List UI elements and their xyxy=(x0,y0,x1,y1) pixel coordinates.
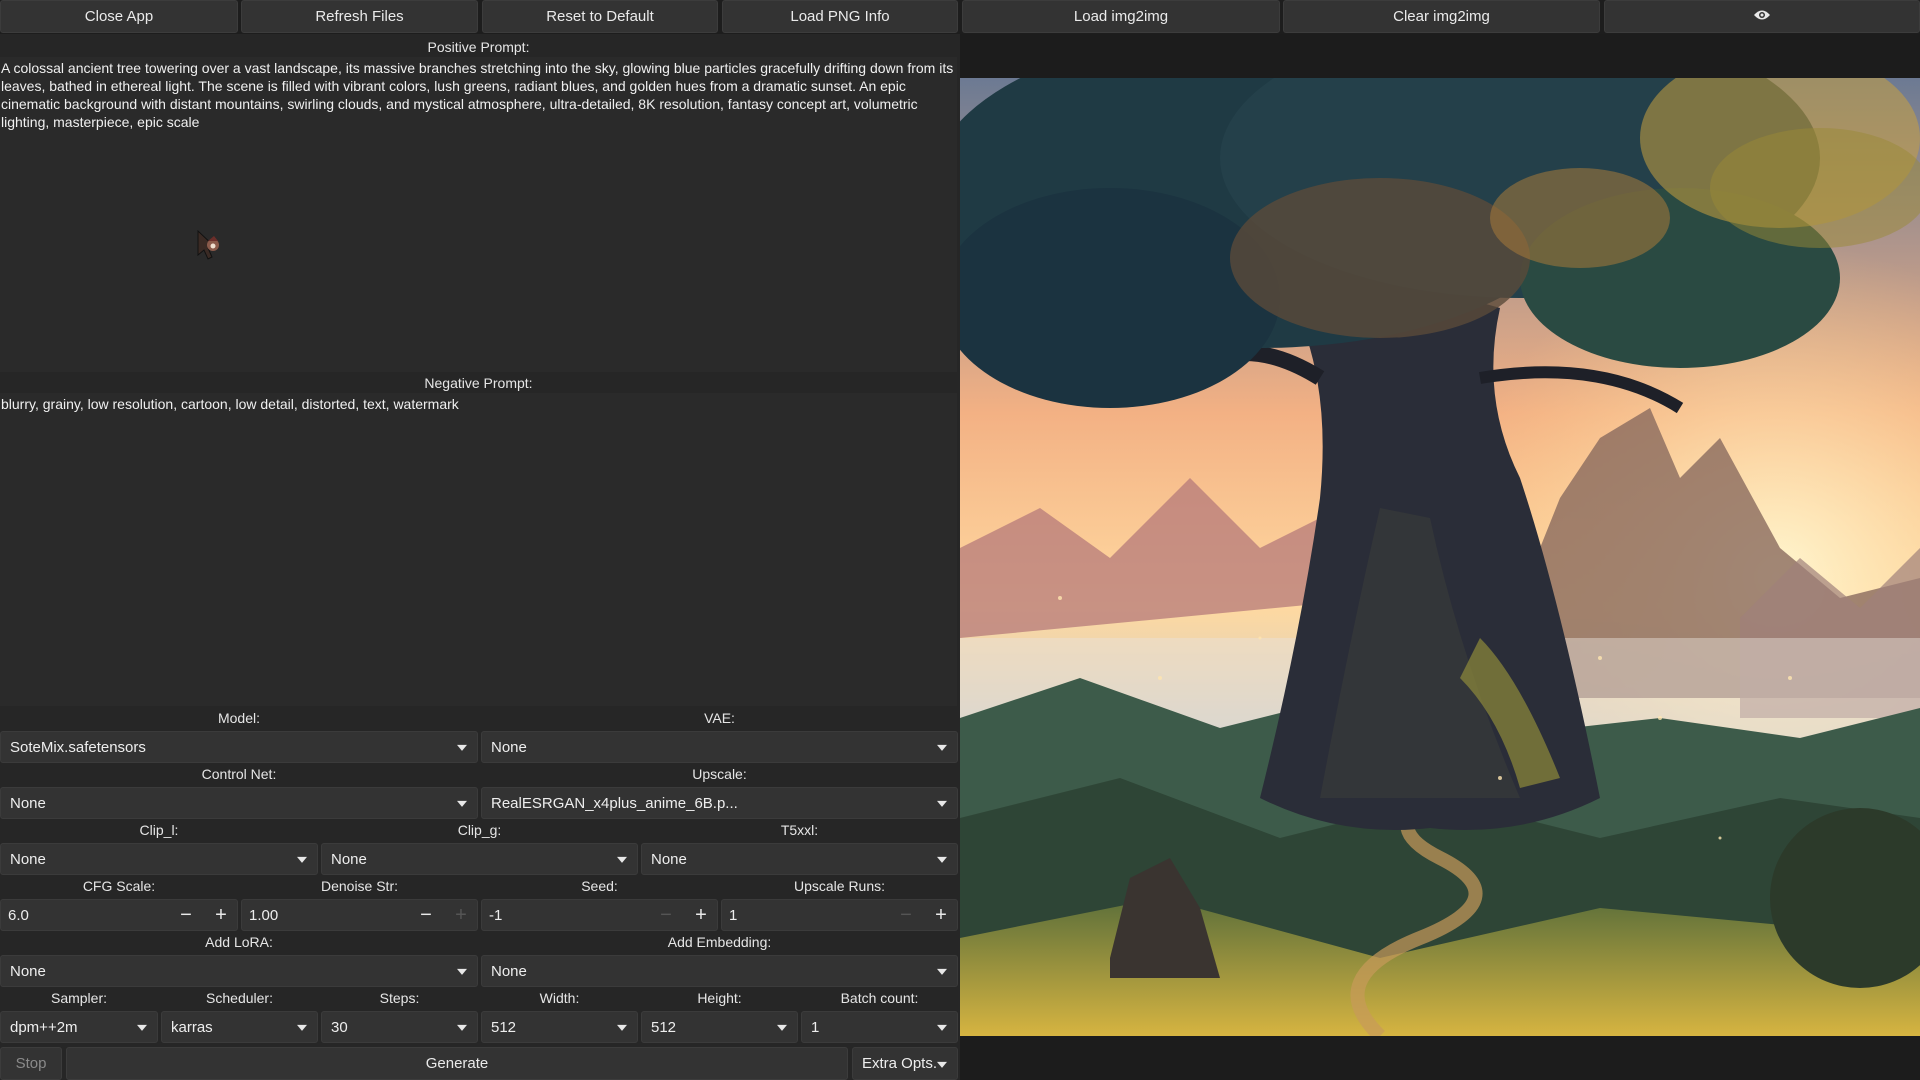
clip-l-value: None xyxy=(10,850,46,868)
upscale-value: RealESRGAN_x4plus_anime_6B.p... xyxy=(491,794,738,812)
seed-label: Seed: xyxy=(581,878,618,894)
upscale-label: Upscale: xyxy=(692,766,747,782)
plus-icon[interactable]: + xyxy=(684,900,718,930)
steps-value: 30 xyxy=(331,1018,348,1036)
cfg-scale-spinbox[interactable]: 6.0 − + xyxy=(0,899,238,931)
chevron-down-icon xyxy=(137,1024,147,1031)
chevron-down-icon xyxy=(937,968,947,975)
negative-prompt-input[interactable]: blurry, grainy, low resolution, cartoon,… xyxy=(0,393,957,706)
load-png-info-button[interactable]: Load PNG Info xyxy=(722,0,958,33)
chevron-down-icon xyxy=(457,1024,467,1031)
batch-count-value: 1 xyxy=(811,1018,820,1036)
controlnet-value: None xyxy=(10,794,46,812)
model-label: Model: xyxy=(217,710,261,726)
seed-value: -1 xyxy=(489,906,503,924)
lora-select[interactable]: None xyxy=(0,955,478,987)
height-label: Height: xyxy=(697,990,742,1006)
upscale-runs-label: Upscale Runs: xyxy=(793,878,886,894)
chevron-down-icon xyxy=(457,744,467,751)
reset-to-default-button[interactable]: Reset to Default xyxy=(482,0,718,33)
chevron-down-icon xyxy=(777,1024,787,1031)
lora-label: Add LoRA: xyxy=(205,934,273,950)
positive-prompt-input[interactable]: A colossal ancient tree towering over a … xyxy=(0,57,957,372)
negative-prompt-label: Negative Prompt: xyxy=(424,375,533,391)
cfg-scale-label: CFG Scale: xyxy=(82,878,156,894)
denoise-value: 1.00 xyxy=(249,906,279,924)
minus-icon[interactable]: − xyxy=(649,900,683,930)
scheduler-select[interactable]: karras xyxy=(161,1011,318,1043)
refresh-files-button[interactable]: Refresh Files xyxy=(241,0,478,33)
clear-img2img-button[interactable]: Clear img2img xyxy=(1283,0,1600,33)
stop-button[interactable]: Stop xyxy=(0,1047,62,1080)
plus-icon[interactable]: + xyxy=(444,900,478,930)
chevron-down-icon xyxy=(617,856,627,863)
t5xxl-value: None xyxy=(651,850,687,868)
preview-toggle-button[interactable] xyxy=(1604,0,1920,33)
sampler-value: dpm++2m xyxy=(10,1018,78,1036)
chevron-down-icon xyxy=(937,800,947,807)
controlnet-select[interactable]: None xyxy=(0,787,478,819)
clip-l-select[interactable]: None xyxy=(0,843,318,875)
steps-label: Steps: xyxy=(379,990,420,1006)
sampler-label: Sampler: xyxy=(50,990,108,1006)
clip-g-label: Clip_g: xyxy=(457,822,502,838)
chevron-down-icon xyxy=(937,856,947,863)
extra-opts-select[interactable]: Extra Opts. xyxy=(852,1047,958,1080)
batch-count-label: Batch count: xyxy=(840,990,919,1006)
chevron-down-icon xyxy=(297,856,307,863)
vae-value: None xyxy=(491,738,527,756)
chevron-down-icon xyxy=(617,1024,627,1031)
positive-prompt-label: Positive Prompt: xyxy=(427,39,530,55)
seed-spinbox[interactable]: -1 − + xyxy=(481,899,718,931)
clip-l-label: Clip_l: xyxy=(139,822,179,838)
chevron-down-icon xyxy=(937,744,947,751)
scheduler-value: karras xyxy=(171,1018,213,1036)
clip-g-select[interactable]: None xyxy=(321,843,638,875)
minus-icon[interactable]: − xyxy=(409,900,443,930)
minus-icon[interactable]: − xyxy=(889,900,923,930)
generate-button[interactable]: Generate xyxy=(66,1047,848,1080)
chevron-down-icon xyxy=(457,800,467,807)
upscale-select[interactable]: RealESRGAN_x4plus_anime_6B.p... xyxy=(481,787,958,819)
chevron-down-icon xyxy=(937,1024,947,1031)
vae-select[interactable]: None xyxy=(481,731,958,763)
model-select[interactable]: SoteMix.safetensors xyxy=(0,731,478,763)
close-app-button[interactable]: Close App xyxy=(0,0,238,33)
embedding-value: None xyxy=(491,962,527,980)
extra-opts-label: Extra Opts. xyxy=(862,1055,938,1072)
controlnet-label: Control Net: xyxy=(201,766,277,782)
chevron-down-icon xyxy=(457,968,467,975)
t5xxl-label: T5xxl: xyxy=(780,822,819,838)
sampler-select[interactable]: dpm++2m xyxy=(0,1011,158,1043)
plus-icon[interactable]: + xyxy=(924,900,958,930)
cfg-scale-value: 6.0 xyxy=(8,906,29,924)
cursor-icon xyxy=(196,229,226,261)
t5xxl-select[interactable]: None xyxy=(641,843,958,875)
minus-icon[interactable]: − xyxy=(169,900,203,930)
chevron-down-icon xyxy=(297,1024,307,1031)
eye-icon xyxy=(1754,8,1770,25)
embedding-label: Add Embedding: xyxy=(667,934,772,950)
width-select[interactable]: 512 xyxy=(481,1011,638,1043)
vae-label: VAE: xyxy=(704,710,735,726)
upscale-runs-value: 1 xyxy=(729,906,738,924)
steps-select[interactable]: 30 xyxy=(321,1011,478,1043)
lora-value: None xyxy=(10,962,46,980)
plus-icon[interactable]: + xyxy=(204,900,238,930)
scheduler-label: Scheduler: xyxy=(206,990,273,1006)
generated-image xyxy=(960,78,1920,1036)
width-value: 512 xyxy=(491,1018,517,1036)
model-value: SoteMix.safetensors xyxy=(10,738,146,756)
clip-g-value: None xyxy=(331,850,367,868)
height-select[interactable]: 512 xyxy=(641,1011,798,1043)
width-label: Width: xyxy=(539,990,580,1006)
embedding-select[interactable]: None xyxy=(481,955,958,987)
denoise-spinbox[interactable]: 1.00 − + xyxy=(241,899,478,931)
batch-count-select[interactable]: 1 xyxy=(801,1011,958,1043)
denoise-label: Denoise Str: xyxy=(320,878,399,894)
height-value: 512 xyxy=(651,1018,677,1036)
load-img2img-button[interactable]: Load img2img xyxy=(962,0,1280,33)
upscale-runs-spinbox[interactable]: 1 − + xyxy=(721,899,958,931)
chevron-down-icon xyxy=(937,1061,947,1068)
